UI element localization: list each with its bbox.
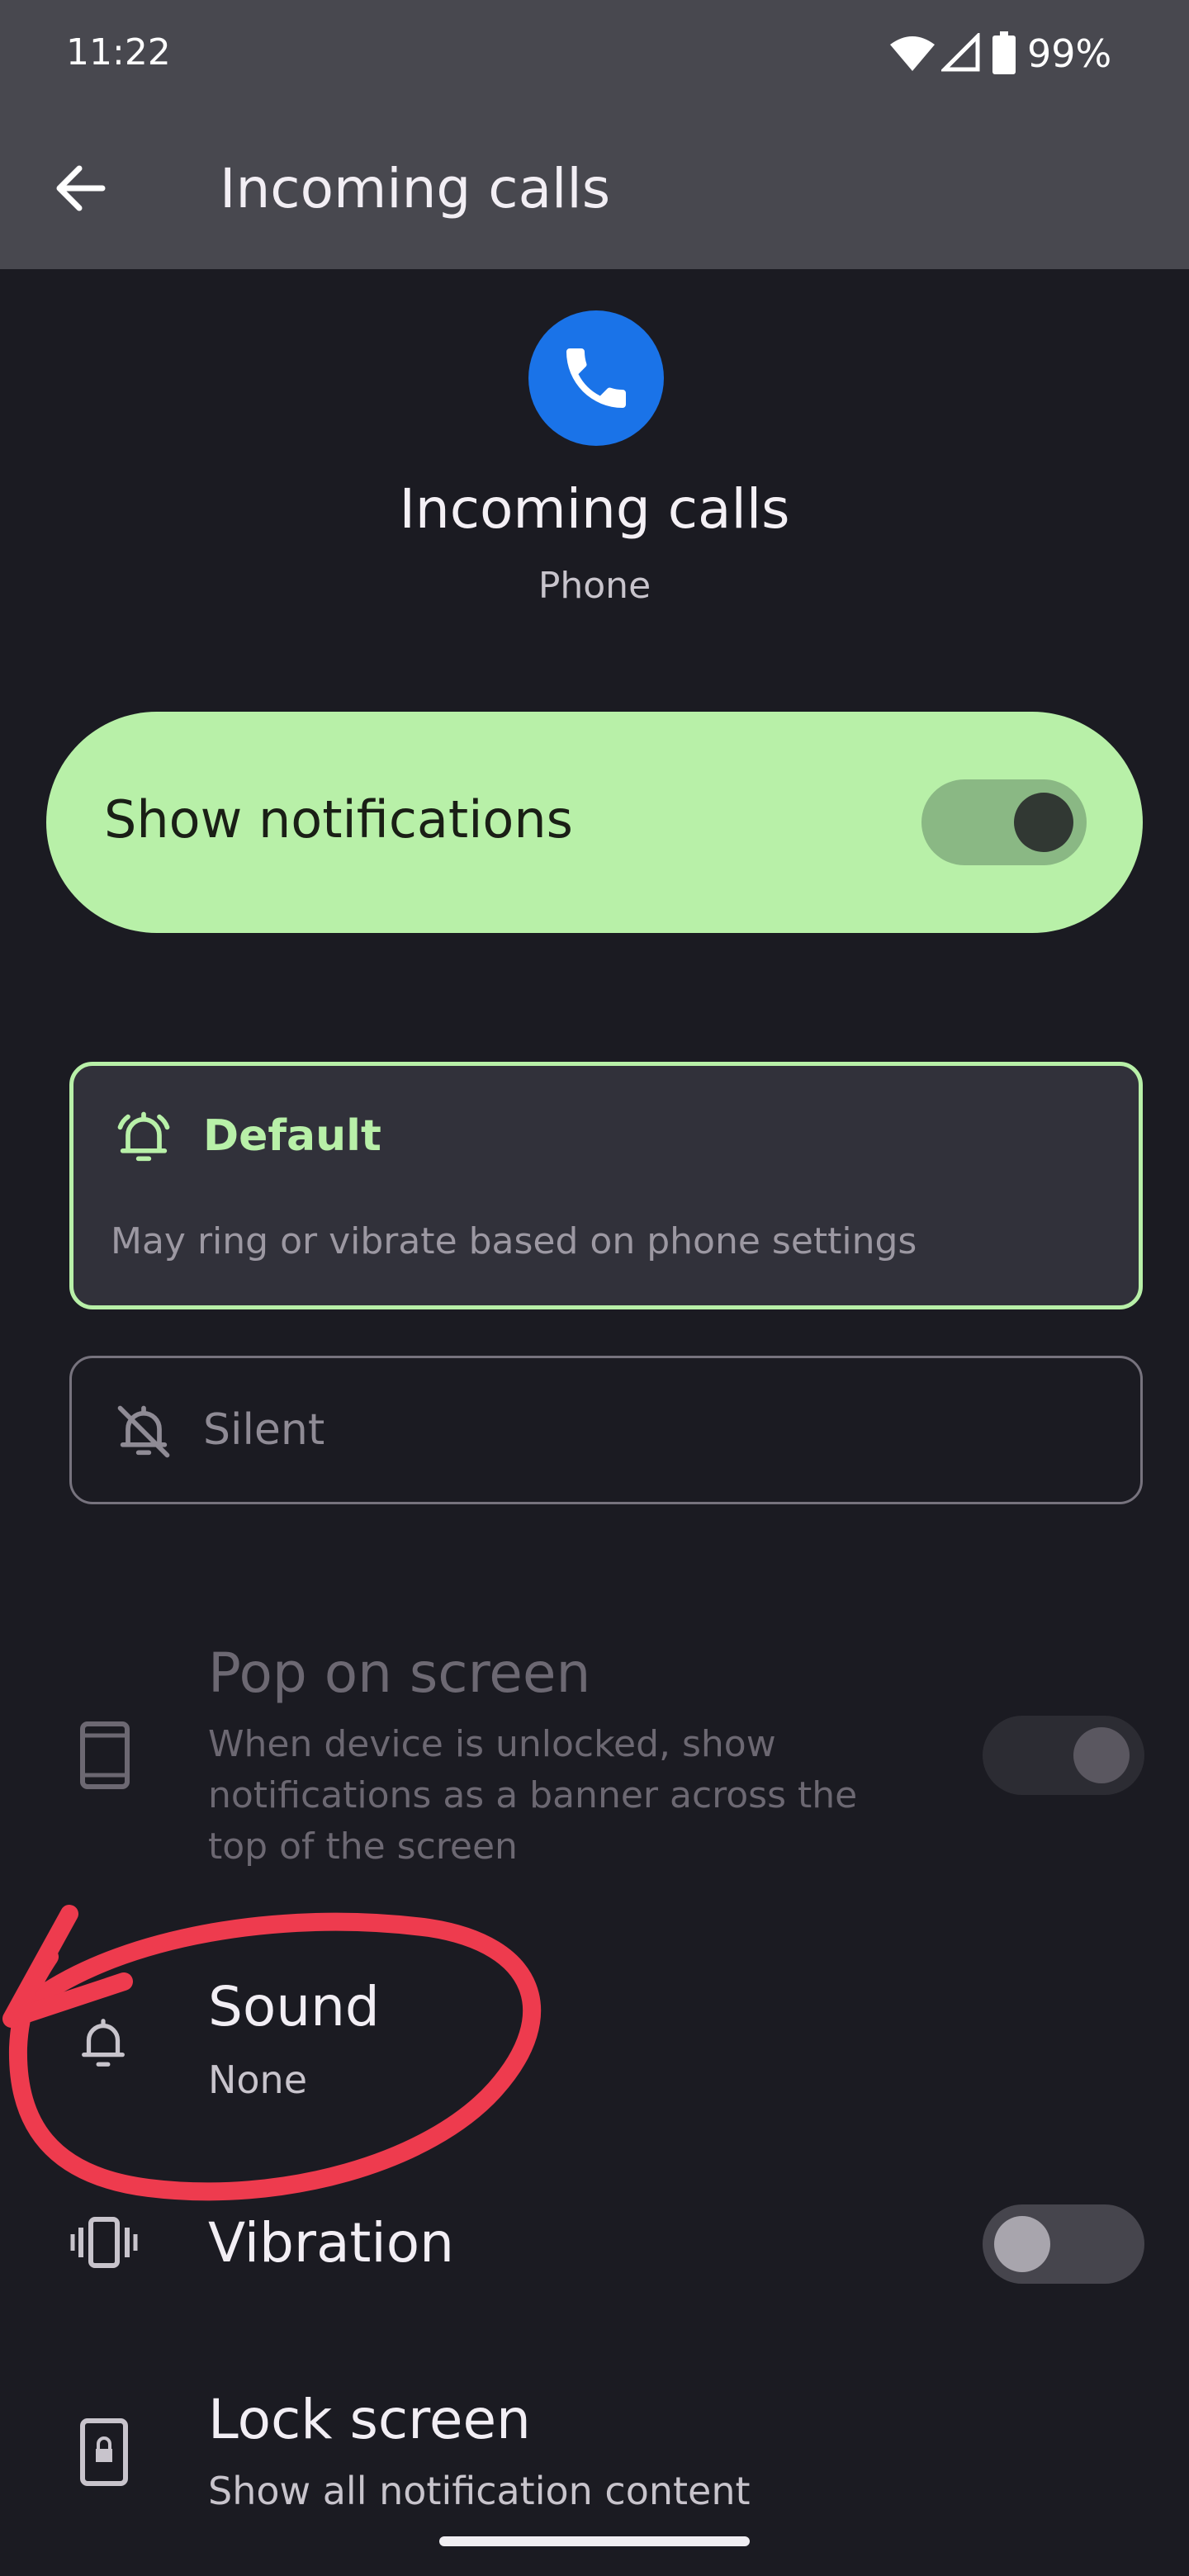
status-time: 11:22 xyxy=(66,31,171,73)
channel-title: Incoming calls xyxy=(399,477,790,541)
vibration-toggle[interactable] xyxy=(983,2204,1144,2284)
default-option-card[interactable] xyxy=(69,1062,1143,1309)
back-arrow-icon[interactable] xyxy=(51,159,111,218)
annotation-circle xyxy=(2,1905,542,2201)
toggle-knob xyxy=(994,2216,1050,2272)
show-notifications-label: Show notifications xyxy=(104,789,573,850)
home-indicator[interactable] xyxy=(439,2536,750,2546)
channel-app-name: Phone xyxy=(538,565,651,607)
pop-on-screen-title: Pop on screen xyxy=(208,1641,591,1705)
battery-icon xyxy=(992,31,1016,74)
wifi-icon xyxy=(890,36,935,71)
app-bar-title: Incoming calls xyxy=(220,157,611,220)
phone-app-icon xyxy=(528,310,664,446)
toggle-knob xyxy=(1014,793,1073,852)
pop-description-line-3: top of the screen xyxy=(208,1825,518,1868)
vibration-icon xyxy=(70,2217,138,2268)
show-notifications-toggle[interactable] xyxy=(921,779,1087,865)
pop-on-screen-description: When device is unlocked, show notificati… xyxy=(208,1719,1001,1873)
toggle-knob xyxy=(1073,1727,1130,1783)
default-option-description: May ring or vibrate based on phone setti… xyxy=(111,1220,917,1262)
silent-option-label: Silent xyxy=(203,1405,325,1455)
lock-screen-value: Show all notification content xyxy=(208,2469,751,2513)
phone-device-icon xyxy=(80,1721,130,1789)
pop-description-line-2: notifications as a banner across the xyxy=(208,1774,858,1816)
bell-ring-icon xyxy=(117,1111,170,1162)
pop-on-screen-toggle[interactable] xyxy=(983,1716,1144,1795)
default-option-label: Default xyxy=(203,1111,381,1161)
vibration-title: Vibration xyxy=(208,2211,454,2275)
lock-screen-title: Lock screen xyxy=(208,2388,531,2451)
signal-icon xyxy=(941,33,980,72)
lock-screen-icon xyxy=(80,2418,128,2486)
pop-description-line-1: When device is unlocked, show xyxy=(208,1723,776,1765)
phone-icon xyxy=(566,348,626,408)
bell-off-icon xyxy=(117,1405,170,1458)
battery-percent: 99% xyxy=(1027,31,1112,76)
